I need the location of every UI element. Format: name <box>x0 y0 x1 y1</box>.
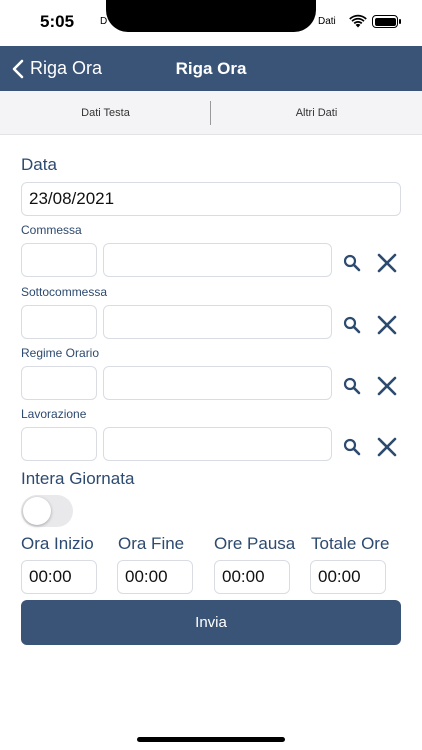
status-bar: 5:05 D Dati <box>0 0 422 46</box>
sottocommessa-code-field[interactable] <box>21 305 97 339</box>
sottocommessa-description-field[interactable] <box>103 305 332 339</box>
commessa-label: Commessa <box>21 223 82 237</box>
commessa-code-field[interactable] <box>21 243 97 277</box>
lavorazione-clear-icon[interactable] <box>377 437 397 457</box>
intera-giornata-toggle[interactable] <box>21 495 73 527</box>
data-field[interactable]: 23/08/2021 <box>21 182 401 216</box>
lavorazione-description-field[interactable] <box>103 427 332 461</box>
back-button-label: Riga Ora <box>30 58 103 78</box>
intera-giornata-label: Intera Giornata <box>21 469 135 488</box>
ora-inizio-field[interactable]: 00:00 <box>21 560 97 594</box>
commessa-clear-icon[interactable] <box>377 253 397 273</box>
ora-fine-field[interactable]: 00:00 <box>117 560 193 594</box>
battery-icon <box>372 15 401 28</box>
notch <box>106 0 316 32</box>
sottocommessa-clear-icon[interactable] <box>377 315 397 335</box>
regime-orario-clear-icon[interactable] <box>377 376 397 396</box>
wifi-icon <box>349 14 367 28</box>
status-time: 5:05 <box>40 12 75 31</box>
status-carrier-left: D <box>100 16 108 27</box>
commessa-description-field[interactable] <box>103 243 332 277</box>
totale-ore-label: Totale Ore <box>311 534 390 553</box>
ora-fine-label: Ora Fine <box>118 534 185 553</box>
tab-dati-testa[interactable]: Dati Testa <box>0 91 211 135</box>
totale-ore-field[interactable]: 00:00 <box>310 560 386 594</box>
regime-orario-search-icon[interactable] <box>343 377 361 395</box>
status-carrier-right: Dati <box>318 16 336 27</box>
regime-orario-code-field[interactable] <box>21 366 97 400</box>
home-indicator <box>137 737 285 742</box>
toggle-knob <box>23 497 51 525</box>
lavorazione-label: Lavorazione <box>21 407 87 421</box>
chevron-left-icon <box>12 59 24 78</box>
lavorazione-code-field[interactable] <box>21 427 97 461</box>
invia-button[interactable]: Invia <box>21 600 401 645</box>
sottocommessa-search-icon[interactable] <box>343 316 361 334</box>
ore-pausa-field[interactable]: 00:00 <box>214 560 290 594</box>
sottocommessa-label: Sottocommessa <box>21 285 108 299</box>
tab-bar: Dati Testa Altri Dati <box>0 91 422 135</box>
regime-orario-description-field[interactable] <box>103 366 332 400</box>
commessa-search-icon[interactable] <box>343 254 361 272</box>
navbar: Riga Ora Riga Ora <box>0 46 422 91</box>
lavorazione-search-icon[interactable] <box>343 438 361 456</box>
tab-altri-dati[interactable]: Altri Dati <box>211 91 422 135</box>
back-button[interactable]: Riga Ora <box>12 46 102 91</box>
ora-inizio-label: Ora Inizio <box>21 534 94 553</box>
regime-orario-label: Regime Orario <box>21 346 100 360</box>
ore-pausa-label: Ore Pausa <box>214 534 296 553</box>
data-label: Data <box>21 155 57 174</box>
